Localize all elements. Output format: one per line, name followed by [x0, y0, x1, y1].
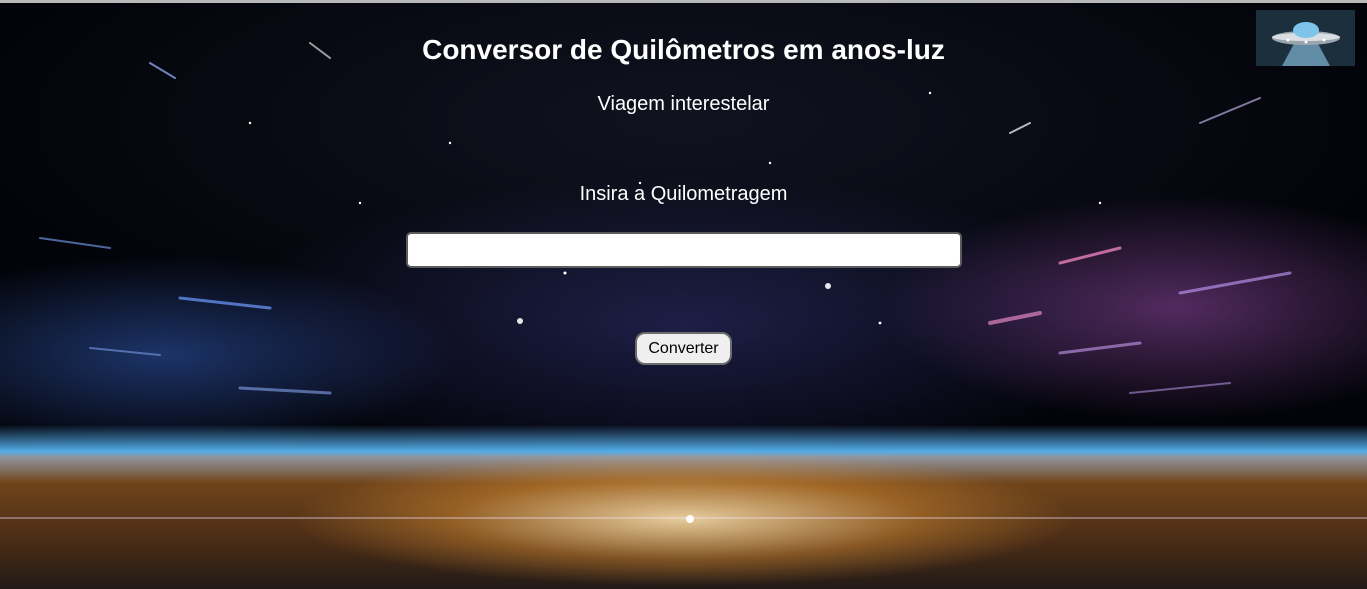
kilometers-label: Insira a Quilometragem: [579, 183, 788, 205]
page-title: Conversor de Quilômetros em anos-luz: [422, 34, 945, 65]
star-field: [0, 42, 1367, 523]
page-subtitle: Viagem interestelar: [597, 93, 770, 115]
kilometers-input[interactable]: [406, 232, 962, 268]
convert-button[interactable]: Converter: [635, 332, 732, 365]
